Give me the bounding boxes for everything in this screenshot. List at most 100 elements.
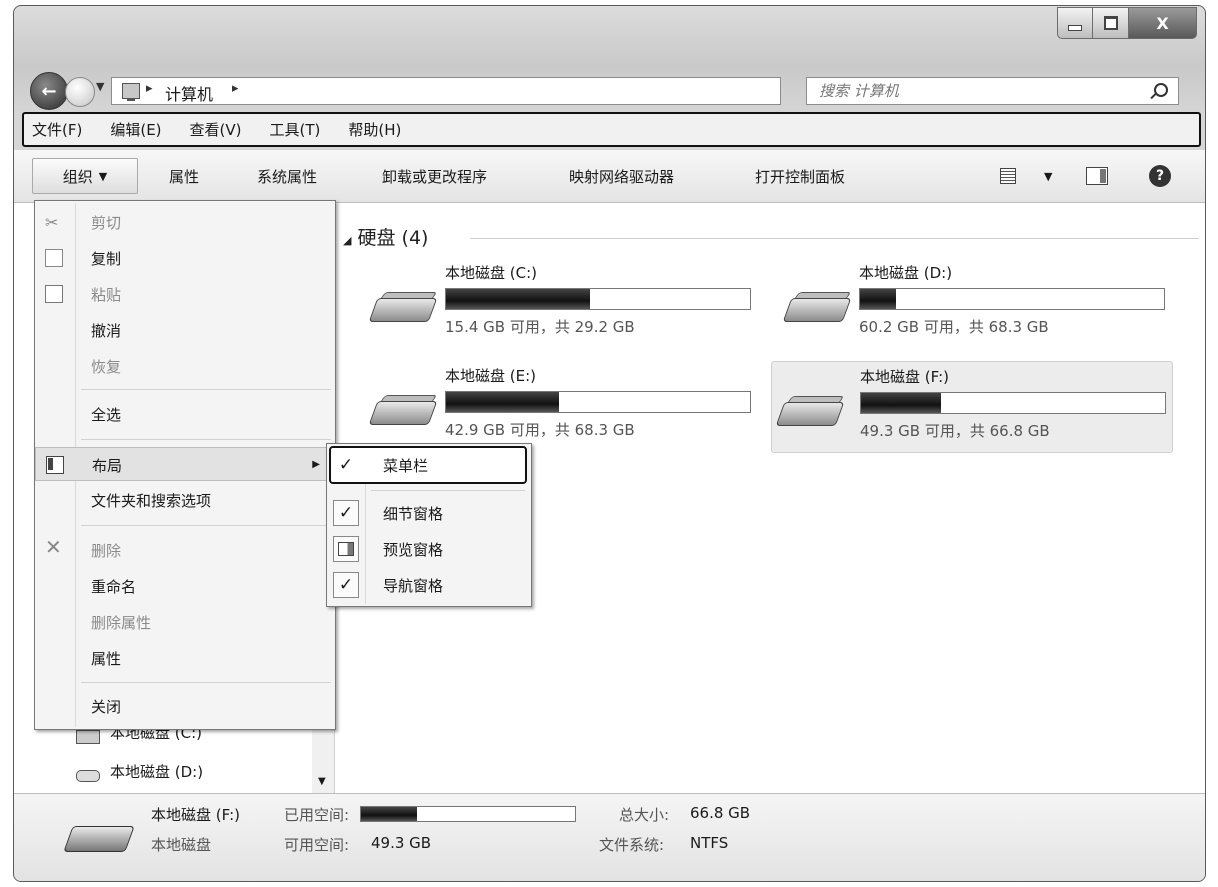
drive-tile[interactable]: 本地磁盘 (E:) 42.9 GB 可用，共 68.3 GB [361,361,761,451]
menu-item-label: 复制 [91,250,122,268]
drive-icon [76,730,100,744]
drive-icon [63,816,136,856]
search-box[interactable]: 搜索 计算机 [806,77,1179,105]
menu-item-cut[interactable]: ✂ 剪切 [35,205,335,239]
organize-menu: ✂ 剪切 复制 粘贴 撤消 恢复 全选 布局 ▶ 文件夹和搜索选项 ✕ 删除 重… [34,200,336,730]
help-icon[interactable]: ? [1149,165,1171,187]
menu-bar: 文件(F) 编辑(E) 查看(V) 工具(T) 帮助(H) [22,112,1201,147]
group-header-label: 硬盘 (4) [357,227,429,249]
computer-icon [122,83,140,101]
submenu-arrow-icon: ▶ [312,459,320,470]
nav-item-drive-d[interactable]: 本地磁盘 (D:) [110,761,203,782]
close-icon: X [1156,13,1169,33]
back-arrow-icon: ← [41,80,57,102]
menu-item-rename[interactable]: 重命名 [35,569,335,603]
menu-item-paste[interactable]: 粘贴 [35,277,335,311]
drive-tile[interactable]: 本地磁盘 (D:) 60.2 GB 可用，共 68.3 GB [775,258,1175,348]
command-bar: 组织 ▼ 属性 系统属性 卸载或更改程序 映射网络驱动器 打开控制面板 ▼ ? [14,150,1205,203]
group-header[interactable]: ◢ 硬盘 (4) [343,223,428,250]
recent-pages-dropdown-icon[interactable]: ▼ [96,80,104,93]
search-icon[interactable] [1154,83,1168,97]
paste-icon [45,285,63,303]
forward-button[interactable] [65,77,95,107]
menu-item-undo[interactable]: 撤消 [35,313,335,347]
menu-separator [81,389,331,390]
submenu-item-navigation-pane[interactable]: ✓ 导航窗格 [327,568,531,602]
menu-edit[interactable]: 编辑(E) [96,119,175,140]
checkmark-icon: ✓ [333,500,359,526]
menu-item-label: 剪切 [91,214,122,232]
drive-usage-bar [445,288,751,310]
breadcrumb-separator-icon[interactable]: ▸ [146,81,153,96]
drive-name: 本地磁盘 (E:) [445,367,537,385]
open-control-panel-button[interactable]: 打开控制面板 [755,166,845,187]
menu-item-delete[interactable]: ✕ 删除 [35,533,335,567]
organize-button[interactable]: 组织 ▼ [32,158,138,194]
checkmark-icon: ✓ [333,572,359,598]
copy-icon [45,249,63,267]
details-drive-name: 本地磁盘 (F:) [151,806,240,824]
menu-item-label: 删除属性 [91,614,152,632]
scroll-down-icon[interactable]: ▼ [318,776,326,787]
drive-tile[interactable]: 本地磁盘 (C:) 15.4 GB 可用，共 29.2 GB [361,258,761,348]
details-total-label: 总大小: [619,806,670,824]
caption-buttons: X [1057,7,1197,39]
drive-size-text: 15.4 GB 可用，共 29.2 GB [445,318,635,336]
close-button[interactable]: X [1129,7,1197,39]
submenu-item-details-pane[interactable]: ✓ 细节窗格 [327,496,531,530]
details-free-value: 49.3 GB [371,834,432,852]
submenu-item-menubar[interactable]: ✓ 菜单栏 [327,448,531,482]
change-view-icon[interactable] [1000,168,1016,184]
address-bar[interactable]: ▸ 计算机 ▸ ▼ [111,77,840,105]
drive-name: 本地磁盘 (F:) [860,368,949,386]
menu-item-copy[interactable]: 复制 [35,241,335,275]
minimize-button[interactable] [1057,7,1093,39]
map-network-drive-button[interactable]: 映射网络驱动器 [569,166,674,187]
drive-tile-selected[interactable]: 本地磁盘 (F:) 49.3 GB 可用，共 66.8 GB [771,361,1173,453]
details-pane: 本地磁盘 (F:) 已用空间: 总大小: 66.8 GB 本地磁盘 可用空间: … [14,793,1205,881]
menu-item-label: 删除 [91,542,122,560]
menu-item-close[interactable]: 关闭 [35,689,335,723]
menu-item-label: 文件夹和搜索选项 [91,492,212,510]
menu-item-redo[interactable]: 恢复 [35,349,335,383]
properties-button[interactable]: 属性 [169,166,199,187]
chevron-down-icon: ▼ [98,169,108,183]
menu-tools[interactable]: 工具(T) [256,119,335,140]
view-dropdown-icon[interactable]: ▼ [1044,170,1052,183]
menu-item-properties[interactable]: 属性 [35,641,335,675]
maximize-button[interactable] [1093,7,1129,39]
drive-name: 本地磁盘 (D:) [859,264,953,282]
address-row: ← ▼ ▸ 计算机 ▸ ▼ ↔ 搜索 计算机 [14,68,1205,112]
drive-icon [76,770,100,782]
preview-pane-icon[interactable] [1086,167,1108,185]
scissors-icon: ✂ [45,213,59,232]
preview-pane-icon [333,536,359,562]
submenu-item-preview-pane[interactable]: 预览窗格 [327,532,531,566]
menu-separator [81,439,331,440]
search-input[interactable]: 搜索 计算机 [819,80,899,101]
back-button[interactable]: ← [30,72,68,110]
help-glyph: ? [1155,168,1165,184]
uninstall-program-button[interactable]: 卸载或更改程序 [382,166,487,187]
menu-item-label: 属性 [91,650,122,668]
drive-icon [782,290,852,324]
drive-name: 本地磁盘 (C:) [445,264,537,282]
drive-icon [775,394,845,428]
system-properties-button[interactable]: 系统属性 [257,166,317,187]
breadcrumb-separator-icon[interactable]: ▸ [232,81,239,96]
menu-item-folder-options[interactable]: 文件夹和搜索选项 [35,483,335,517]
menu-file[interactable]: 文件(F) [24,119,96,140]
menu-item-label: 全选 [91,406,122,424]
menu-item-remove-properties[interactable]: 删除属性 [35,605,335,639]
submenu-item-label: 导航窗格 [383,577,444,595]
menu-item-layout[interactable]: 布局 ▶ [35,447,335,481]
checkmark-icon: ✓ [338,455,354,475]
menu-item-label: 重命名 [91,578,137,596]
drive-usage-bar [860,392,1166,414]
menu-help[interactable]: 帮助(H) [334,119,415,140]
organize-label: 组织 [62,167,93,186]
menu-item-select-all[interactable]: 全选 [35,397,335,431]
breadcrumb-computer[interactable]: 计算机 [165,81,213,105]
menu-view[interactable]: 查看(V) [176,119,256,140]
menu-separator [81,682,331,683]
